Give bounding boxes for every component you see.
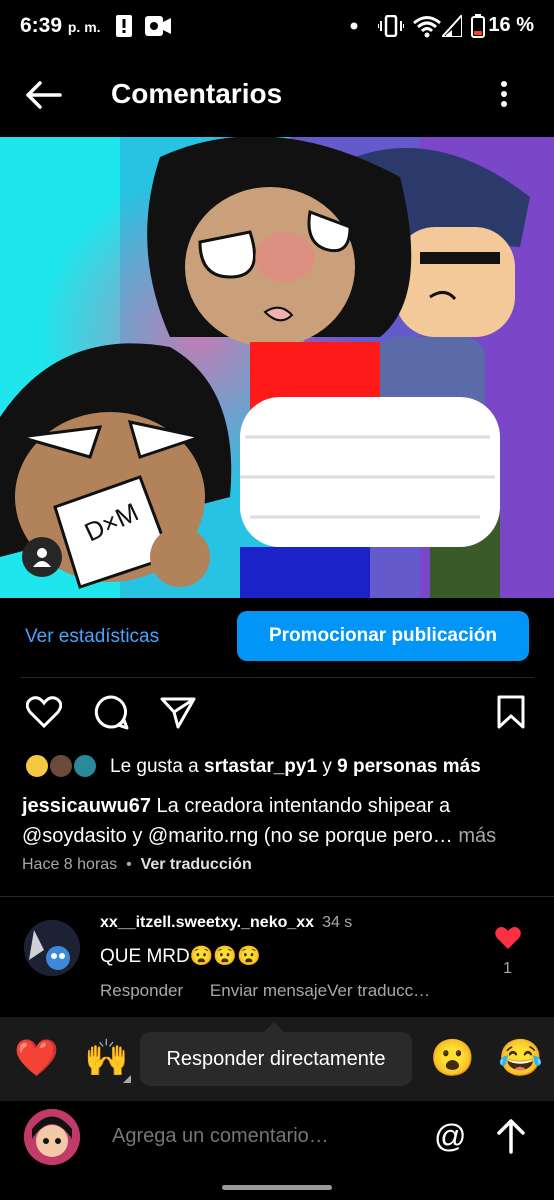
comment-text: QUE MRD😧😧😧 xyxy=(100,946,261,967)
comment-input[interactable] xyxy=(110,1124,414,1149)
reply-directly-tooltip: Responder directamente xyxy=(140,1032,412,1086)
view-insights-link[interactable]: Ver estadísticas xyxy=(25,626,159,648)
mention-button[interactable]: @ xyxy=(434,1118,466,1155)
status-bar: 6:39 p. m. 16 % xyxy=(0,0,554,54)
post-time: Hace 8 horas xyxy=(22,856,118,873)
post-image[interactable]: D×M xyxy=(0,137,554,598)
comment-like-count: 1 xyxy=(503,960,512,977)
divider xyxy=(0,896,554,897)
divider xyxy=(20,677,534,678)
comment-actions: Responder Enviar mensajeVer traducc… xyxy=(100,981,430,1001)
battery-icon xyxy=(471,14,485,38)
post-caption[interactable]: jessicauwu67 La creadora intentando ship… xyxy=(22,791,532,851)
post-meta: Hace 8 horas • Ver traducción xyxy=(22,856,252,874)
my-avatar xyxy=(24,1109,80,1165)
comment-time: 34 s xyxy=(322,914,353,931)
vibrate-icon xyxy=(378,15,404,37)
more-vertical-icon[interactable] xyxy=(499,80,509,108)
reaction-surprised[interactable]: 😮 xyxy=(430,1037,475,1079)
avatar-image xyxy=(24,1109,80,1165)
bookmark-icon xyxy=(497,695,525,729)
user-tag-icon[interactable] xyxy=(22,537,62,577)
heart-outline-icon xyxy=(26,696,62,728)
promote-button[interactable]: Promocionar publicación xyxy=(237,611,529,661)
person-icon xyxy=(33,548,51,567)
post-illustration: D×M xyxy=(0,137,554,598)
avatar-image xyxy=(24,920,80,976)
back-arrow-icon[interactable] xyxy=(24,80,62,110)
notification-dot-icon xyxy=(350,22,358,30)
see-translation-link[interactable]: Ver traducción xyxy=(141,856,252,873)
likes-summary[interactable]: Le gusta a srtastar_py1 y 9 personas más xyxy=(110,756,481,778)
send-message-button[interactable]: Enviar mensaje xyxy=(210,981,327,1000)
likes-others[interactable]: 9 personas más xyxy=(337,756,481,777)
video-icon xyxy=(145,16,171,36)
commenter-avatar[interactable] xyxy=(24,920,80,976)
liker-username[interactable]: srtastar_py1 xyxy=(204,756,317,777)
separator-dot: • xyxy=(126,856,132,873)
comment-translate-link[interactable]: Ver traducc… xyxy=(327,981,430,1000)
expand-corner-icon xyxy=(123,1075,131,1083)
comment-button[interactable] xyxy=(91,692,131,732)
reaction-laughing[interactable]: 😂 xyxy=(498,1037,543,1079)
save-button[interactable] xyxy=(491,692,531,732)
avatar xyxy=(24,753,50,779)
wifi-icon xyxy=(413,16,441,38)
post-arrow-up-icon[interactable] xyxy=(496,1118,526,1154)
home-indicator[interactable] xyxy=(222,1185,332,1190)
page-title: Comentarios xyxy=(111,78,283,109)
like-button[interactable] xyxy=(24,692,64,732)
battery-percent: 16 % xyxy=(488,14,534,36)
caption-username[interactable]: jessicauwu67 xyxy=(22,795,151,817)
reply-button[interactable]: Responder xyxy=(100,981,183,1000)
comment-header: xx__itzell.sweetxy._neko_xx 34 s xyxy=(100,914,352,932)
avatar xyxy=(48,753,74,779)
comment-bubble-icon xyxy=(94,695,129,730)
send-icon xyxy=(160,697,196,729)
status-time: 6:39 p. m. xyxy=(20,14,101,37)
tooltip-arrow xyxy=(264,1022,284,1032)
caption-more[interactable]: más xyxy=(453,825,496,847)
avatar xyxy=(72,753,98,779)
signal-icon xyxy=(442,15,462,37)
comment-username[interactable]: xx__itzell.sweetxy._neko_xx xyxy=(100,914,314,931)
reaction-heart[interactable]: ❤️ xyxy=(14,1037,59,1079)
alert-icon xyxy=(116,15,132,37)
liked-by-avatars[interactable] xyxy=(24,753,104,781)
reaction-raising-hands[interactable]: 🙌 xyxy=(84,1037,129,1079)
share-button[interactable] xyxy=(158,692,198,732)
heart-filled-icon[interactable] xyxy=(494,926,522,950)
